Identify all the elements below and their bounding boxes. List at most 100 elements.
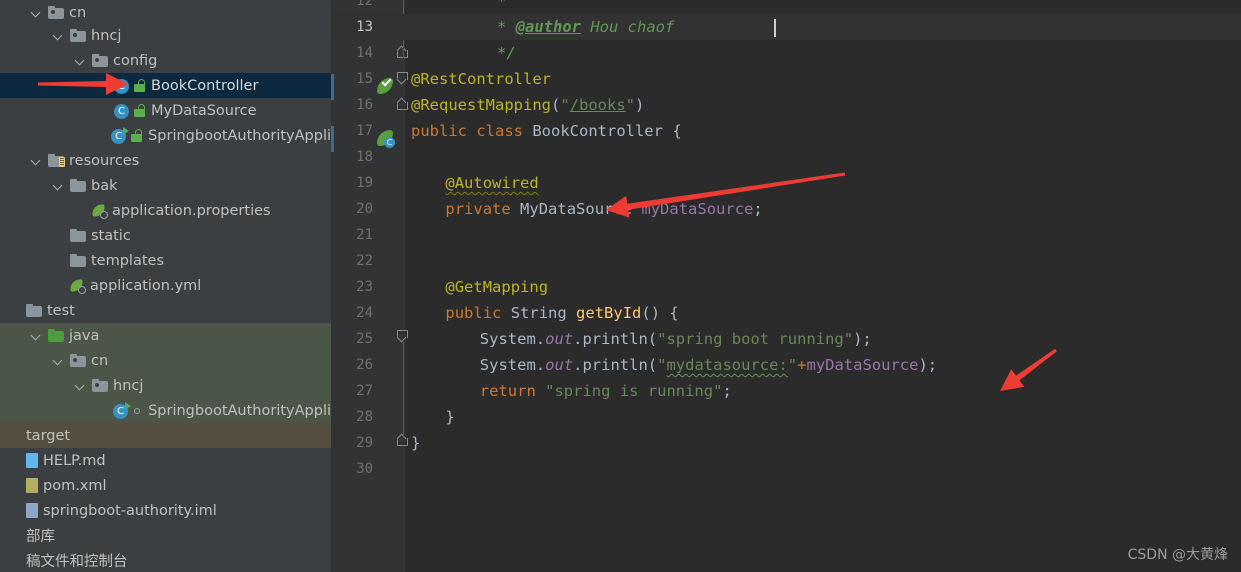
code-token: .println( — [573, 330, 658, 348]
tree-item-config[interactable]: config — [0, 48, 331, 73]
code-line-22[interactable]: 22 — [331, 248, 1241, 274]
chevron-down-icon[interactable] — [30, 6, 43, 19]
code-line-26[interactable]: 26 System.out.println("mydatasource:"+myD… — [331, 352, 1241, 378]
code-token: { — [672, 122, 682, 140]
code-text[interactable]: return "spring is running"; — [480, 378, 732, 404]
tree-item-springbootauthorityappli[interactable]: C SpringbootAuthorityAppli — [0, 398, 331, 423]
code-editor[interactable]: 12 * 13 * @author Hou chaof 14 */ 15 @RestContr… — [331, 0, 1241, 572]
tree-item-cn[interactable]: cn — [0, 0, 331, 25]
chevron-down-icon[interactable] — [30, 154, 43, 167]
tree-item-label: target — [26, 427, 71, 444]
code-token: out — [545, 356, 574, 374]
code-text[interactable]: } — [411, 430, 420, 456]
code-text[interactable]: @GetMapping — [445, 274, 548, 300]
tree-item-label: hncj — [91, 27, 122, 44]
code-token: "spring boot running" — [657, 330, 854, 348]
tree-item-target[interactable]: target — [0, 423, 331, 448]
tree-item-bookcontroller[interactable]: C BookController — [0, 73, 331, 98]
code-line-30[interactable]: 30 — [331, 456, 1241, 482]
tree-item-application.yml[interactable]: application.yml — [0, 273, 331, 298]
tree-item-cn[interactable]: cn — [0, 348, 331, 373]
code-text[interactable]: System.out.println("spring boot running"… — [480, 326, 872, 352]
chevron-down-icon[interactable] — [52, 179, 65, 192]
code-token: out — [545, 330, 574, 348]
tree-item-[interactable]: 稿文件和控制台 — [0, 548, 331, 572]
code-line-14[interactable]: 14 */ — [331, 40, 1241, 66]
project-tree-panel[interactable]: cn hncj config C BookController C MyDataSource… — [0, 0, 331, 572]
code-line-28[interactable]: 28} — [331, 404, 1241, 430]
iml-file-icon — [26, 503, 39, 518]
tree-item-static[interactable]: static — [0, 223, 331, 248]
code-text[interactable]: @Autowired — [445, 170, 538, 196]
code-line-20[interactable]: 20 private MyDataSource myDataSource; — [331, 196, 1241, 222]
code-line-19[interactable]: 19 @Autowired — [331, 170, 1241, 196]
code-text[interactable]: public String getById() { — [445, 300, 678, 326]
tree-item-test[interactable]: test — [0, 298, 331, 323]
tree-item-label: resources — [69, 152, 140, 169]
code-line-17[interactable]: 17 public class BookController { — [331, 118, 1241, 144]
code-token: */ — [497, 44, 516, 62]
tree-item-[interactable]: 部库 — [0, 523, 331, 548]
tree-item-hncj[interactable]: hncj — [0, 23, 331, 48]
code-token: ; — [722, 382, 732, 400]
code-line-29[interactable]: 29} — [331, 430, 1241, 456]
package-folder-icon — [92, 54, 108, 67]
code-line-16[interactable]: 16 @RequestMapping("/books") — [331, 92, 1241, 118]
tree-item-springbootauthorityappli[interactable]: C SpringbootAuthorityAppli — [0, 123, 331, 148]
tree-item-pom.xml[interactable]: pom.xml — [0, 473, 331, 498]
tree-item-templates[interactable]: templates — [0, 248, 331, 273]
code-text[interactable]: @RequestMapping("/books") — [411, 92, 644, 118]
tree-item-java[interactable]: java — [0, 323, 331, 348]
chevron-down-icon[interactable] — [30, 329, 43, 342]
folder-icon — [26, 304, 42, 317]
code-line-18[interactable]: 18 — [331, 144, 1241, 170]
spring-bean-check-icon[interactable] — [377, 76, 394, 95]
code-line-12[interactable]: 12 * — [331, 0, 1241, 14]
tree-item-springboot-authority.iml[interactable]: springboot-authority.iml — [0, 498, 331, 523]
tree-item-label: pom.xml — [43, 477, 107, 494]
line-number: 22 — [356, 253, 373, 269]
tree-item-application.properties[interactable]: application.properties — [0, 198, 331, 223]
code-token: ); — [853, 330, 872, 348]
code-text[interactable]: */ — [497, 40, 516, 66]
code-line-15[interactable]: 15 @RestController — [331, 66, 1241, 92]
code-token: @RestController — [411, 70, 551, 88]
chevron-down-icon[interactable] — [52, 29, 65, 42]
code-text[interactable]: * @author Hou chaof — [497, 14, 674, 40]
public-lock-icon — [134, 79, 146, 92]
spring-bean-class-icon[interactable]: C — [377, 130, 395, 148]
tree-item-bak[interactable]: bak — [0, 173, 331, 198]
tree-item-hncj[interactable]: hncj — [0, 373, 331, 398]
code-text[interactable]: @RestController — [411, 66, 551, 92]
tree-item-resources[interactable]: resources — [0, 148, 331, 173]
tree-item-label: 部库 — [26, 529, 55, 545]
code-line-13[interactable]: 13 * @author Hou chaof — [331, 14, 1241, 40]
line-number: 15 — [356, 71, 373, 87]
package-folder-icon — [92, 379, 108, 392]
line-number: 24 — [356, 305, 373, 321]
code-token: @Autowired — [445, 174, 539, 192]
code-text[interactable]: * — [497, 0, 506, 14]
code-line-21[interactable]: 21 — [331, 222, 1241, 248]
code-line-23[interactable]: 23 @GetMapping — [331, 274, 1241, 300]
code-line-25[interactable]: 25 System.out.println("spring boot runnin… — [331, 326, 1241, 352]
code-text[interactable]: } — [445, 404, 454, 430]
vcs-change-marker-0[interactable] — [331, 74, 334, 100]
code-line-24[interactable]: 24 public String getById() { — [331, 300, 1241, 326]
chevron-down-icon[interactable] — [52, 354, 65, 367]
tree-item-label: springboot-authority.iml — [43, 502, 217, 519]
csdn-watermark: CSDN @大黄烽 — [1127, 547, 1228, 563]
code-text[interactable]: System.out.println("mydatasource:"+myDat… — [480, 352, 937, 378]
tree-item-label: hncj — [113, 377, 144, 394]
vcs-change-marker-1[interactable] — [331, 126, 334, 152]
chevron-down-icon[interactable] — [74, 379, 87, 392]
code-line-27[interactable]: 27 return "spring is running"; — [331, 378, 1241, 404]
resources-folder-icon — [48, 154, 65, 167]
tree-item-mydatasource[interactable]: C MyDataSource — [0, 98, 331, 123]
line-number: 27 — [356, 383, 373, 399]
code-text[interactable]: public class BookController { — [411, 118, 682, 144]
chevron-down-icon[interactable] — [74, 54, 87, 67]
code-text[interactable]: private MyDataSource myDataSource; — [445, 196, 762, 222]
line-number: 19 — [356, 175, 373, 191]
tree-item-help.md[interactable]: HELP.md — [0, 448, 331, 473]
